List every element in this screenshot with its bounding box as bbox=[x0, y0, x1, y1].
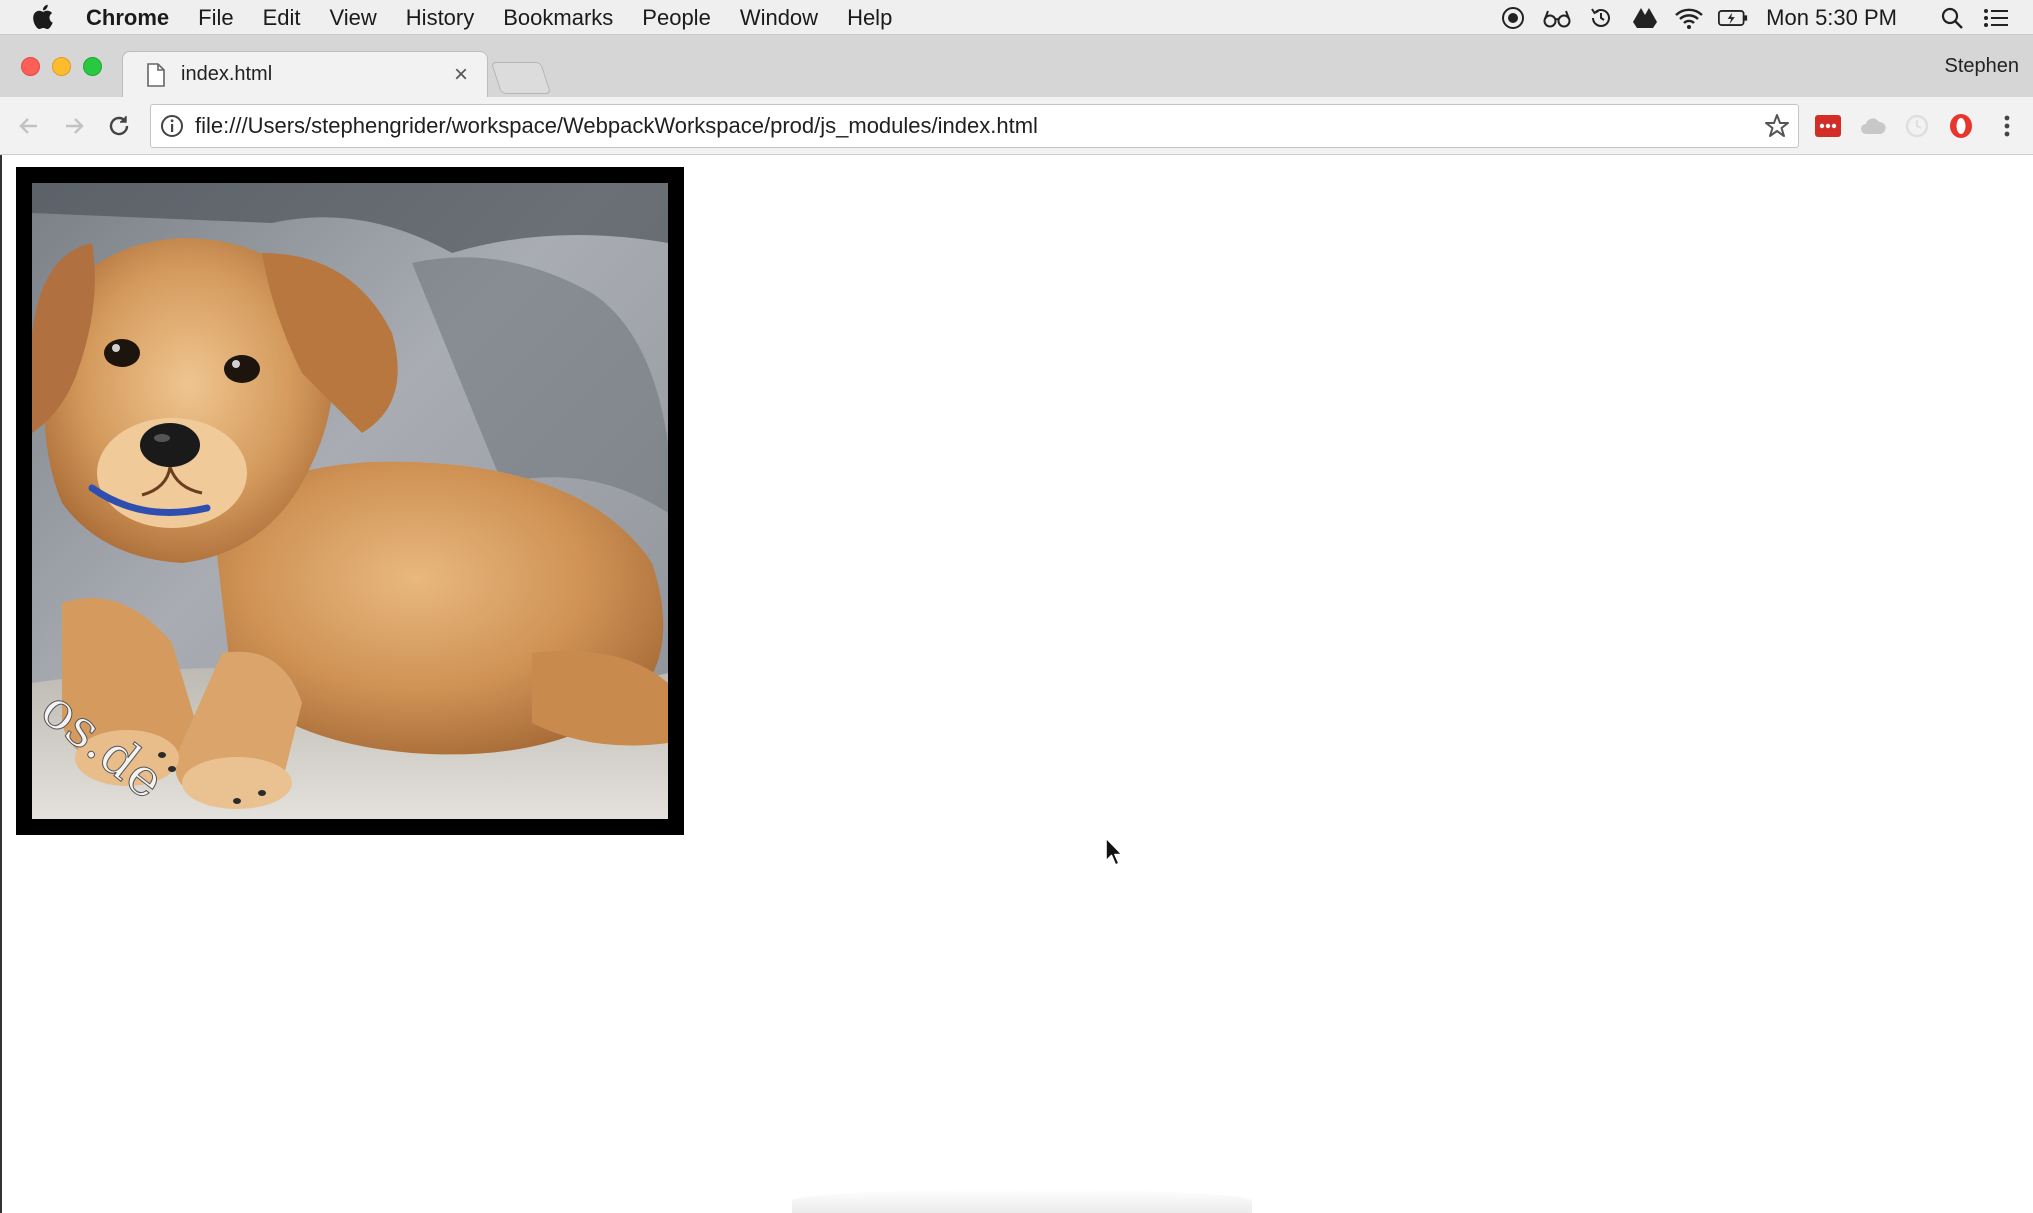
tab-index-html[interactable]: index.html × bbox=[122, 51, 488, 97]
puppy-image: os.de bbox=[16, 167, 684, 835]
menu-history[interactable]: History bbox=[406, 0, 474, 35]
glasses-icon[interactable] bbox=[1542, 3, 1572, 33]
notification-center-icon[interactable] bbox=[1981, 3, 2011, 33]
bookmark-star-icon[interactable] bbox=[1762, 111, 1792, 141]
address-bar[interactable]: file:///Users/stephengrider/workspace/We… bbox=[150, 104, 1799, 148]
drive-icon[interactable] bbox=[1630, 3, 1660, 33]
tab-strip: index.html × Stephen bbox=[0, 35, 2033, 97]
window-zoom-button[interactable] bbox=[83, 57, 102, 76]
window-close-button[interactable] bbox=[21, 57, 40, 76]
menu-bookmarks[interactable]: Bookmarks bbox=[503, 0, 613, 35]
battery-icon[interactable] bbox=[1718, 3, 1748, 33]
mouse-cursor-icon bbox=[1105, 837, 1123, 866]
puppy-photo: os.de bbox=[32, 183, 668, 819]
menu-window[interactable]: Window bbox=[740, 0, 818, 35]
mac-menu-bar: Chrome File Edit View History Bookmarks … bbox=[0, 0, 2033, 35]
reload-icon[interactable] bbox=[102, 109, 136, 143]
menu-file[interactable]: File bbox=[198, 0, 233, 35]
menu-people[interactable]: People bbox=[642, 0, 711, 35]
menu-app-name[interactable]: Chrome bbox=[86, 0, 169, 35]
forward-arrow-icon[interactable] bbox=[57, 109, 91, 143]
status-area: Mon 5:30 PM bbox=[1484, 0, 2011, 35]
spotlight-icon[interactable] bbox=[1937, 3, 1967, 33]
window-minimize-button[interactable] bbox=[52, 57, 71, 76]
lastpass-icon[interactable] bbox=[1811, 109, 1845, 143]
opera-extension-icon[interactable] bbox=[1944, 109, 1978, 143]
screen-record-icon[interactable] bbox=[1498, 3, 1528, 33]
tab-title: index.html bbox=[181, 63, 273, 85]
time-machine-icon[interactable] bbox=[1586, 3, 1616, 33]
refresh-extension-icon[interactable] bbox=[1900, 109, 1934, 143]
tab-close-icon[interactable]: × bbox=[449, 61, 473, 88]
document-icon bbox=[147, 62, 165, 87]
cloud-extension-icon[interactable] bbox=[1856, 109, 1890, 143]
menu-view[interactable]: View bbox=[330, 0, 377, 35]
menu-clock[interactable]: Mon 5:30 PM bbox=[1766, 5, 1897, 31]
wifi-icon[interactable] bbox=[1674, 3, 1704, 33]
chrome-menu-icon[interactable] bbox=[1990, 109, 2024, 143]
browser-toolbar: file:///Users/stephengrider/workspace/We… bbox=[0, 97, 2033, 155]
back-arrow-icon[interactable] bbox=[12, 109, 46, 143]
url-text[interactable]: file:///Users/stephengrider/workspace/We… bbox=[195, 113, 1762, 139]
info-icon[interactable] bbox=[159, 113, 185, 139]
apple-menu-icon[interactable] bbox=[30, 2, 60, 32]
profile-name[interactable]: Stephen bbox=[1944, 55, 2019, 78]
menu-edit[interactable]: Edit bbox=[263, 0, 301, 35]
new-tab-button[interactable] bbox=[490, 62, 552, 94]
page-viewport: os.de bbox=[0, 155, 2033, 1213]
menu-help[interactable]: Help bbox=[847, 0, 892, 35]
dock-shadow bbox=[792, 1189, 1252, 1213]
